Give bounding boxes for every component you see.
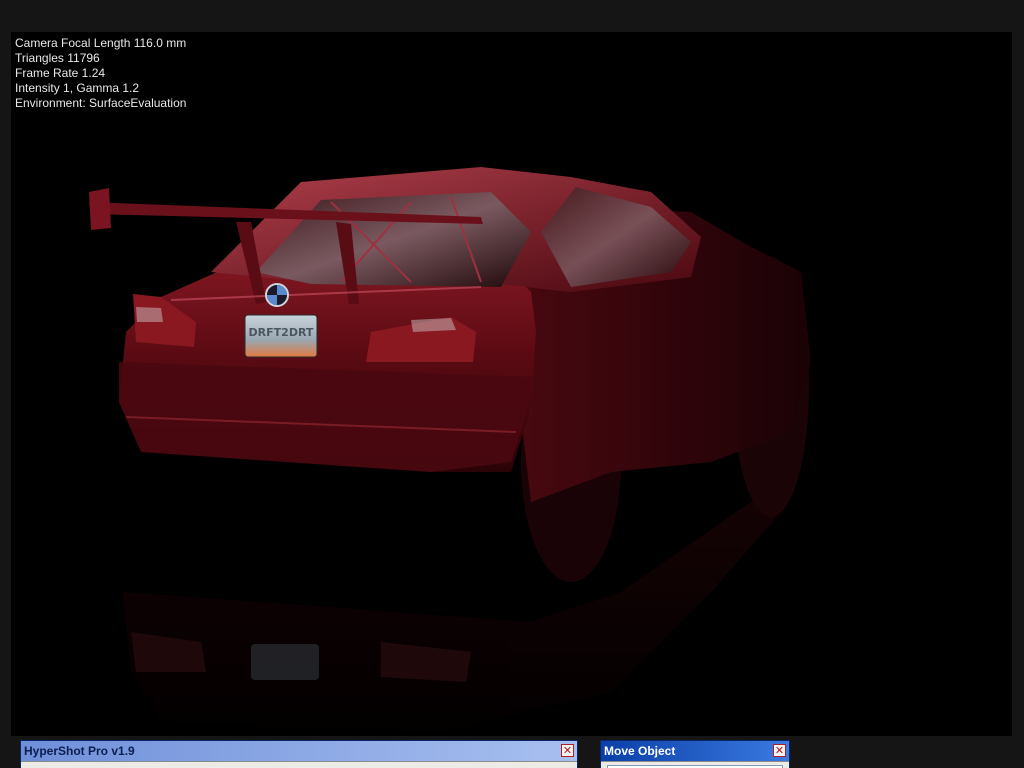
- triangles-count-text: Triangles 11796: [15, 51, 100, 65]
- camera-focal-length-text: Camera Focal Length 116.0 mm: [15, 36, 187, 50]
- app-window: Camera Focal Length 116.0 mm Triangles 1…: [0, 0, 1024, 768]
- rendered-car-scene: DRFT2DRT: [89, 167, 811, 732]
- floor-reflection: [123, 462, 791, 732]
- hypershot-title: HyperShot Pro v1.9: [24, 744, 135, 758]
- move-object-title: Move Object: [604, 744, 676, 758]
- move-object-title-bar[interactable]: Move Object ✕: [601, 741, 789, 761]
- environment-text: Environment: SurfaceEvaluation: [15, 96, 187, 110]
- move-object-body: [601, 761, 789, 768]
- hypershot-window[interactable]: HyperShot Pro v1.9 ✕: [20, 740, 578, 768]
- license-plate-text: DRFT2DRT: [249, 326, 314, 339]
- render-stats-overlay: Camera Focal Length 116.0 mm Triangles 1…: [15, 36, 186, 111]
- render-viewport[interactable]: Camera Focal Length 116.0 mm Triangles 1…: [11, 32, 1012, 736]
- hypershot-body: [21, 761, 577, 768]
- intensity-gamma-text: Intensity 1, Gamma 1.2: [15, 81, 140, 95]
- close-icon[interactable]: ✕: [773, 744, 786, 757]
- move-object-window[interactable]: Move Object ✕: [600, 740, 790, 768]
- close-icon[interactable]: ✕: [561, 744, 574, 757]
- frame-rate-text: Frame Rate 1.24: [15, 66, 106, 80]
- hypershot-title-bar[interactable]: HyperShot Pro v1.9 ✕: [21, 741, 577, 761]
- rear-bumper: [119, 362, 531, 472]
